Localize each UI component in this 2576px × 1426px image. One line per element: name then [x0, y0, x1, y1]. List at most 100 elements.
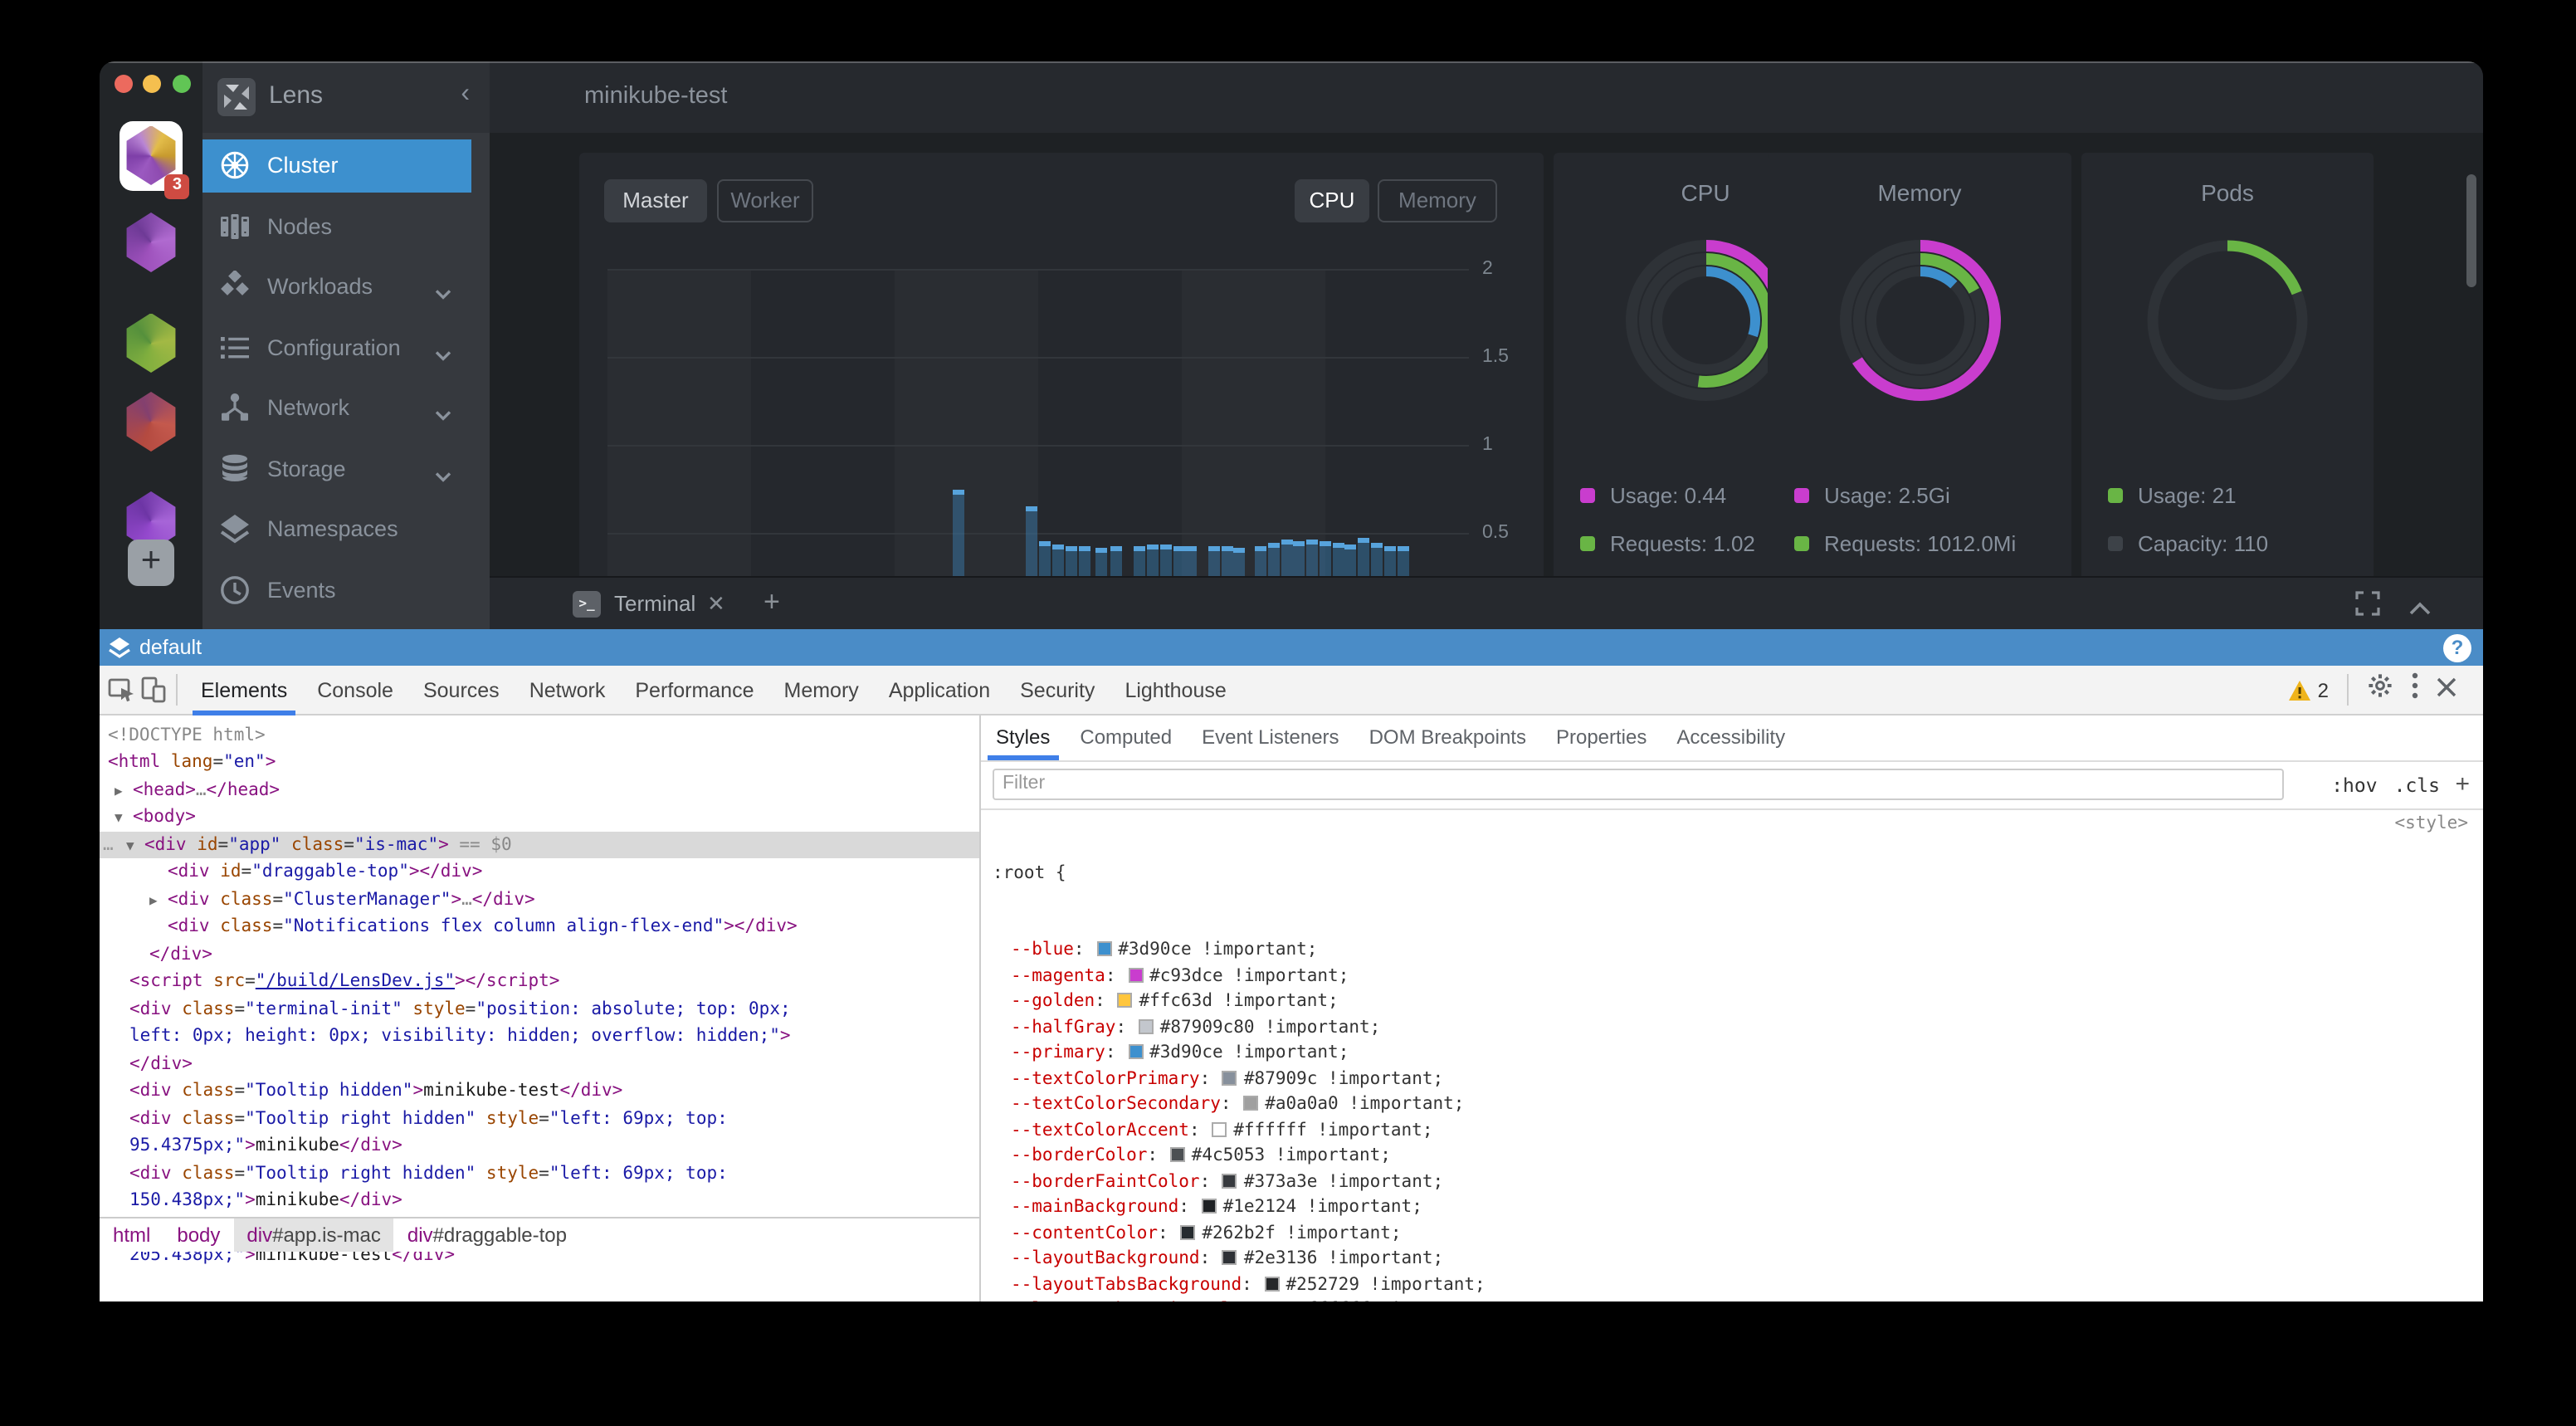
css-declaration[interactable]: --mainBackground: #1e2124 !important; [981, 1195, 2483, 1221]
dom-tree-node[interactable]: <div class="Tooltip right hidden" style=… [100, 1160, 979, 1187]
css-declaration[interactable]: --textColorPrimary: #87909c !important; [981, 1067, 2483, 1092]
console-warnings-badge[interactable]: 2 [2290, 679, 2329, 702]
css-declaration[interactable]: --borderFaintColor: #373a3e !important; [981, 1170, 2483, 1195]
css-declaration[interactable]: --golden: #ffc63d !important; [981, 989, 2483, 1015]
sidebar-item-workloads[interactable]: Workloads [202, 261, 471, 313]
help-button[interactable]: ? [2443, 633, 2471, 662]
dom-tree-node[interactable]: </div> [100, 1050, 979, 1077]
dom-tree-node[interactable]: <div class="Notifications flex column al… [100, 913, 979, 940]
terminal-close-icon[interactable]: ✕ [707, 590, 725, 617]
sidebar-pane-tab-styles[interactable]: Styles [981, 715, 1065, 759]
color-swatch[interactable] [1096, 941, 1111, 956]
namespace-statusbar[interactable]: default ? [100, 629, 2483, 666]
css-declaration[interactable]: --layoutBackground: #2e3136 !important; [981, 1247, 2483, 1272]
color-swatch[interactable] [1139, 1018, 1154, 1033]
sidebar-pane-tab-computed[interactable]: Computed [1065, 715, 1187, 759]
dom-tree-node[interactable]: <html lang="en"> [100, 749, 979, 776]
color-swatch[interactable] [1180, 1224, 1195, 1239]
inspect-element-icon[interactable] [108, 676, 136, 704]
breadcrumb-item[interactable]: div#draggable-top [394, 1218, 580, 1252]
sidebar-item-nodes[interactable]: Nodes [202, 200, 471, 252]
sidebar-pane-tab-properties[interactable]: Properties [1541, 715, 1661, 759]
devtools-tab-elements[interactable]: Elements [186, 666, 302, 715]
cluster-4-icon[interactable] [120, 388, 183, 455]
dom-tree-node[interactable]: <div class="Tooltip hidden">minikube-tes… [100, 1077, 979, 1105]
traffic-minimize-button[interactable] [143, 75, 161, 93]
terminal-add-icon[interactable]: + [764, 585, 780, 618]
color-swatch[interactable] [1222, 1250, 1237, 1265]
color-swatch[interactable] [1212, 1121, 1227, 1136]
devtools-tab-lighthouse[interactable]: Lighthouse [1110, 666, 1241, 715]
new-style-rule-button[interactable]: + [2455, 769, 2470, 798]
css-declaration[interactable]: --layoutTabsBackground: #252729 !importa… [981, 1272, 2483, 1298]
color-swatch[interactable] [1117, 993, 1132, 1008]
breadcrumb-item[interactable]: body [163, 1218, 233, 1252]
color-swatch[interactable] [1128, 1044, 1143, 1059]
devtools-close-icon[interactable] [2437, 676, 2456, 706]
add-cluster-button[interactable]: + [128, 540, 174, 586]
sidebar-pane-tab-dom-breakpoints[interactable]: DOM Breakpoints [1354, 715, 1541, 759]
dock-collapse-icon[interactable] [2408, 593, 2432, 608]
dom-tree-node[interactable]: 95.4375px;">minikube</div> [100, 1132, 979, 1160]
css-declaration[interactable]: --textColorAccent: #ffffff !important; [981, 1118, 2483, 1144]
devtools-tab-network[interactable]: Network [515, 666, 621, 715]
color-swatch[interactable] [1202, 1199, 1217, 1214]
dom-tree-node[interactable]: left: 0px; height: 0px; visibility: hidd… [100, 1023, 979, 1050]
devtools-tab-security[interactable]: Security [1005, 666, 1110, 715]
worker-node-button[interactable]: Worker [717, 178, 813, 222]
content-scrollbar[interactable] [2466, 174, 2476, 287]
memory-metric-button[interactable]: Memory [1378, 178, 1497, 222]
color-swatch[interactable] [1264, 1276, 1279, 1291]
sidebar-item-cluster[interactable]: Cluster [202, 139, 471, 192]
sidebar-item-namespaces[interactable]: Namespaces [202, 503, 471, 555]
cluster-2-icon[interactable] [120, 209, 183, 276]
dom-tree-node[interactable]: </div> [100, 940, 979, 968]
traffic-zoom-button[interactable] [172, 75, 190, 93]
devtools-tab-console[interactable]: Console [302, 666, 408, 715]
dom-tree-node[interactable]: …▼<div id="app" class="is-mac"> == $0 [100, 831, 979, 858]
devtools-settings-icon[interactable] [2367, 673, 2393, 708]
css-declaration[interactable]: --primary: #3d90ce !important; [981, 1041, 2483, 1067]
dom-tree-node[interactable]: ▶<head>…</head> [100, 776, 979, 803]
devtools-tab-application[interactable]: Application [874, 666, 1005, 715]
device-toolbar-icon[interactable] [139, 676, 168, 704]
sidebar-pane-tab-event-listeners[interactable]: Event Listeners [1187, 715, 1354, 759]
sidebar-item-configuration[interactable]: Configuration [202, 321, 471, 374]
terminal-tab[interactable]: Terminal [614, 591, 695, 616]
css-declaration[interactable]: --borderColor: #4c5053 !important; [981, 1144, 2483, 1170]
dom-tree-node[interactable]: <div id="draggable-top"></div> [100, 858, 979, 886]
color-swatch[interactable] [1222, 1173, 1237, 1188]
dom-tree-node[interactable]: 150.438px;">minikube</div> [100, 1187, 979, 1214]
color-swatch[interactable] [1128, 967, 1143, 982]
master-node-button[interactable]: Master [604, 178, 707, 222]
css-declaration[interactable]: --halfGray: #87909c80 !important; [981, 1015, 2483, 1041]
breadcrumb-item[interactable]: div#app.is-mac [233, 1218, 393, 1252]
dom-tree-node[interactable]: <!DOCTYPE html> [100, 721, 979, 749]
dom-tree-node[interactable]: ▼<body> [100, 803, 979, 831]
css-declaration[interactable]: --magenta: #c93dce !important; [981, 964, 2483, 989]
sidebar-item-events[interactable]: Events [202, 564, 471, 616]
sidebar-pane-tab-accessibility[interactable]: Accessibility [1661, 715, 1800, 759]
sidebar-collapse-icon[interactable]: ‹ [461, 80, 470, 110]
css-declaration[interactable]: --textColorSecondary: #a0a0a0 !important… [981, 1092, 2483, 1118]
cluster-3-icon[interactable] [120, 310, 183, 376]
style-source-link[interactable]: <style> [2394, 811, 2468, 837]
dom-tree-node[interactable]: <script src="/build/LensDev.js"></script… [100, 968, 979, 995]
toggle-hover-state-button[interactable]: :hov [2331, 774, 2377, 797]
devtools-tab-performance[interactable]: Performance [620, 666, 768, 715]
styles-filter-input[interactable] [993, 768, 2284, 799]
breadcrumb-item[interactable]: html [100, 1218, 163, 1252]
cluster-active-icon[interactable]: 3 [120, 120, 183, 190]
toggle-class-button[interactable]: .cls [2394, 774, 2440, 797]
sidebar-item-storage[interactable]: Storage [202, 442, 471, 495]
dom-tree-node[interactable]: <div class="Tooltip right hidden" style=… [100, 1105, 979, 1132]
cpu-metric-button[interactable]: CPU [1295, 178, 1369, 222]
css-declaration[interactable]: --contentColor: #262b2f !important; [981, 1221, 2483, 1247]
devtools-menu-icon[interactable] [2412, 673, 2418, 708]
color-swatch[interactable] [1170, 1147, 1185, 1162]
dock-expand-icon[interactable] [2355, 590, 2380, 615]
dom-tree-node[interactable]: <div class="terminal-init" style="positi… [100, 995, 979, 1023]
css-declaration[interactable]: --blue: #3d90ce !important; [981, 938, 2483, 964]
color-swatch[interactable] [1243, 1096, 1258, 1111]
devtools-tab-sources[interactable]: Sources [408, 666, 515, 715]
